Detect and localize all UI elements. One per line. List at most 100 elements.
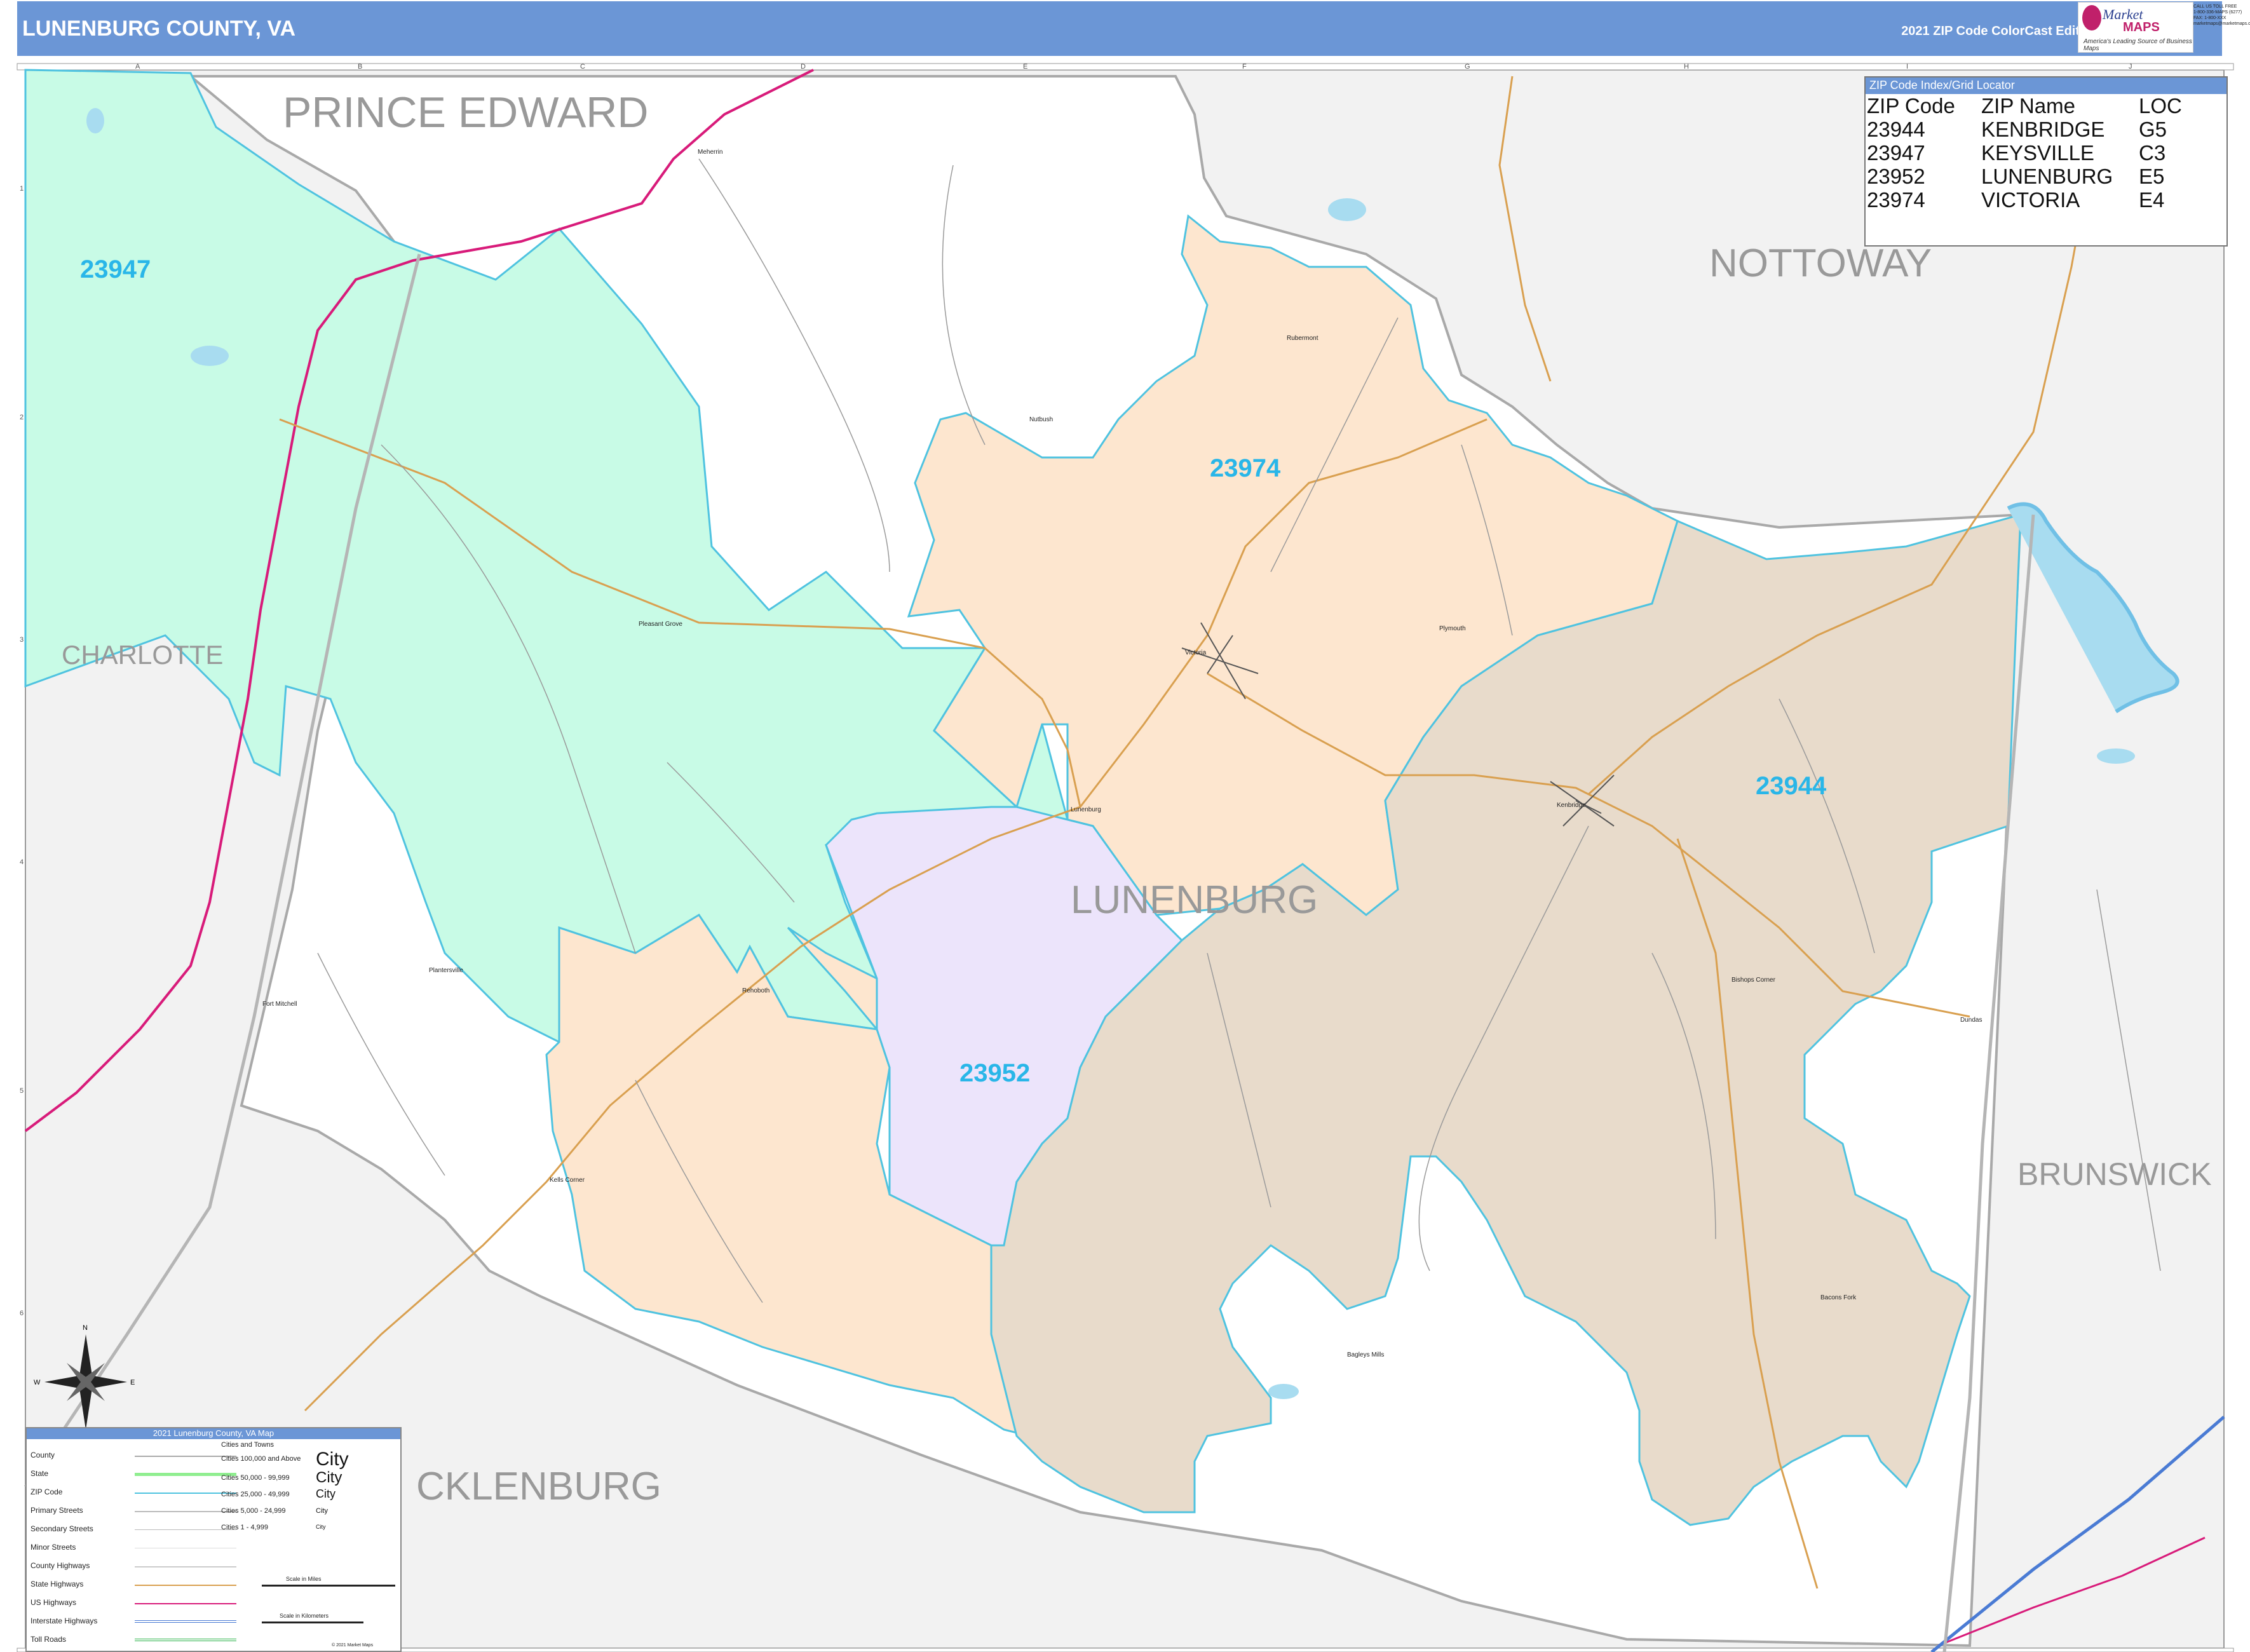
place-label: Bishops Corner (1732, 977, 1776, 984)
grid-row-label: 3 (20, 636, 24, 644)
zip-name-cell: LUNENBURG (1981, 165, 2113, 188)
legend-item-county-hwy: County Highways (30, 1561, 90, 1570)
zip-code-cell: 23944 (1867, 118, 1925, 141)
place-label: Lunenburg (1071, 806, 1101, 813)
zip-index-row[interactable]: 23952 LUNENBURG E5 (1867, 165, 2185, 188)
grid-row-label: 6 (20, 1310, 24, 1317)
legend-item-county: County (30, 1451, 55, 1459)
place-label: Rehoboth (742, 987, 769, 994)
zip-label-23952[interactable]: 23952 (959, 1059, 1030, 1087)
zip-index-col-header: ZIP Code (1867, 94, 1955, 118)
place-label: Rubermont (1287, 335, 1318, 342)
county-label-charlotte: CHARLOTTE (62, 640, 223, 670)
place-label: Dundas (1960, 1017, 1982, 1024)
compass-n: N (83, 1324, 88, 1332)
grid-col-label: F (1242, 63, 1247, 71)
legend-city-class: Cities 25,000 - 49,999 (221, 1491, 290, 1498)
grid-col-label: C (580, 63, 585, 71)
grid-frame-top (17, 63, 2234, 71)
lake (2097, 748, 2135, 764)
zip-code-cell: 23952 (1867, 165, 1925, 188)
county-label-prince-edward: PRINCE EDWARD (283, 88, 649, 137)
legend-swatch-county-hwy (135, 1566, 236, 1567)
legend-swatch-toll (135, 1639, 236, 1641)
zip-label-23947[interactable]: 23947 (80, 255, 151, 283)
grid-col-label: J (2129, 63, 2132, 71)
place-label: Kells Corner (550, 1177, 585, 1184)
place-label: Kenbridge (1557, 802, 1586, 809)
place-label: Plantersville (429, 967, 463, 974)
legend-city-class: Cities 50,000 - 99,999 (221, 1474, 290, 1482)
legend-city-symbol: City (316, 1507, 328, 1515)
place-label: Fort Mitchell (262, 1001, 297, 1008)
legend-item-toll: Toll Roads (30, 1635, 67, 1644)
lake (86, 108, 104, 133)
grid-col-label: E (1023, 63, 1027, 71)
legend-swatch-us-hwy (135, 1603, 236, 1604)
grid-col-label: H (1684, 63, 1689, 71)
legend-item-state: State (30, 1469, 49, 1478)
county-label-brunswick: BRUNSWICK (2017, 1156, 2212, 1192)
zip-index-row[interactable]: 23974 VICTORIA E4 (1867, 188, 2185, 212)
legend-copyright: © 2021 Market Maps (332, 1643, 374, 1648)
legend-cities-header: Cities and Towns (221, 1441, 274, 1449)
place-label: Plymouth (1439, 625, 1466, 632)
place-label: Pleasant Grove (639, 621, 682, 628)
zip-code-cell: 23974 (1867, 188, 1925, 212)
legend-item-primary: Primary Streets (30, 1506, 83, 1515)
zip-index-box: ZIP Code Index/Grid Locator ZIP Code ZIP… (1864, 76, 2228, 247)
legend-swatch-interstate (135, 1620, 236, 1623)
grid-col-label: B (358, 63, 362, 71)
lake (1268, 1384, 1299, 1399)
place-label: Victoria (1185, 649, 1207, 656)
zip-index-table: ZIP Code ZIP Name LOC 23944 KENBRIDGE G5… (1867, 94, 2185, 212)
legend-item-secondary: Secondary Streets (30, 1524, 93, 1533)
compass-e: E (130, 1379, 135, 1386)
legend-city-symbol: City (316, 1449, 349, 1470)
legend-scale-km: Scale in Kilometers (280, 1613, 329, 1619)
grid-row-label: 2 (20, 414, 24, 421)
lake (1328, 198, 1366, 221)
zip-loc-cell: E5 (2139, 165, 2165, 188)
legend-city-class: Cities 5,000 - 24,999 (221, 1507, 286, 1515)
zip-name-cell: KEYSVILLE (1981, 141, 2094, 165)
zip-name-cell: VICTORIA (1981, 188, 2080, 212)
zip-index-row[interactable]: 23944 KENBRIDGE G5 (1867, 118, 2185, 141)
legend-item-minor: Minor Streets (30, 1543, 76, 1552)
grid-row-label: 5 (20, 1087, 24, 1095)
legend-city-symbol: City (316, 1487, 335, 1500)
grid-col-label: G (1465, 63, 1470, 71)
zip-code-cell: 23947 (1867, 141, 1925, 165)
legend-item-us-hwy: US Highways (30, 1598, 77, 1607)
legend-city-symbol: City (316, 1524, 326, 1530)
zip-name-cell: KENBRIDGE (1981, 118, 2105, 141)
grid-col-label: D (801, 63, 806, 71)
county-label-nottoway: NOTTOWAY (1709, 241, 1932, 285)
place-label: Bagleys Mills (1347, 1351, 1384, 1358)
lake (191, 346, 229, 366)
compass-w: W (34, 1379, 41, 1386)
zip-loc-cell: E4 (2139, 188, 2165, 212)
zip-index-col-header: LOC (2139, 94, 2182, 118)
county-map[interactable]: PRINCE EDWARD NOTTOWAY CHARLOTTE BRUNSWI… (0, 0, 2250, 1652)
legend-swatch-state-hwy (135, 1585, 236, 1586)
zip-label-23944[interactable]: 23944 (1756, 772, 1827, 800)
zip-index-title: ZIP Code Index/Grid Locator (1866, 78, 2226, 94)
legend-item-state-hwy: State Highways (30, 1580, 84, 1588)
county-label-mecklenburg: CKLENBURG (416, 1465, 661, 1508)
grid-row-label: 4 (20, 858, 24, 866)
place-label: Meherrin (698, 149, 722, 156)
zip-index-col-header: ZIP Name (1981, 94, 2075, 118)
zip-loc-cell: G5 (2139, 118, 2167, 141)
map-legend: 2021 Lunenburg County, VA Map County Sta… (25, 1427, 402, 1652)
legend-scale-bar-km (262, 1622, 363, 1623)
zip-index-row[interactable]: 23947 KEYSVILLE C3 (1867, 141, 2185, 165)
zip-label-23974[interactable]: 23974 (1210, 454, 1281, 482)
zip-index-header-row: ZIP Code ZIP Name LOC (1867, 94, 2185, 118)
zip-loc-cell: C3 (2139, 141, 2166, 165)
legend-city-class: Cities 100,000 and Above (221, 1455, 301, 1463)
legend-city-class: Cities 1 - 4,999 (221, 1524, 268, 1531)
place-label: Nutbush (1029, 416, 1053, 423)
grid-col-label: I (1906, 63, 1908, 71)
legend-title: 2021 Lunenburg County, VA Map (27, 1428, 400, 1439)
